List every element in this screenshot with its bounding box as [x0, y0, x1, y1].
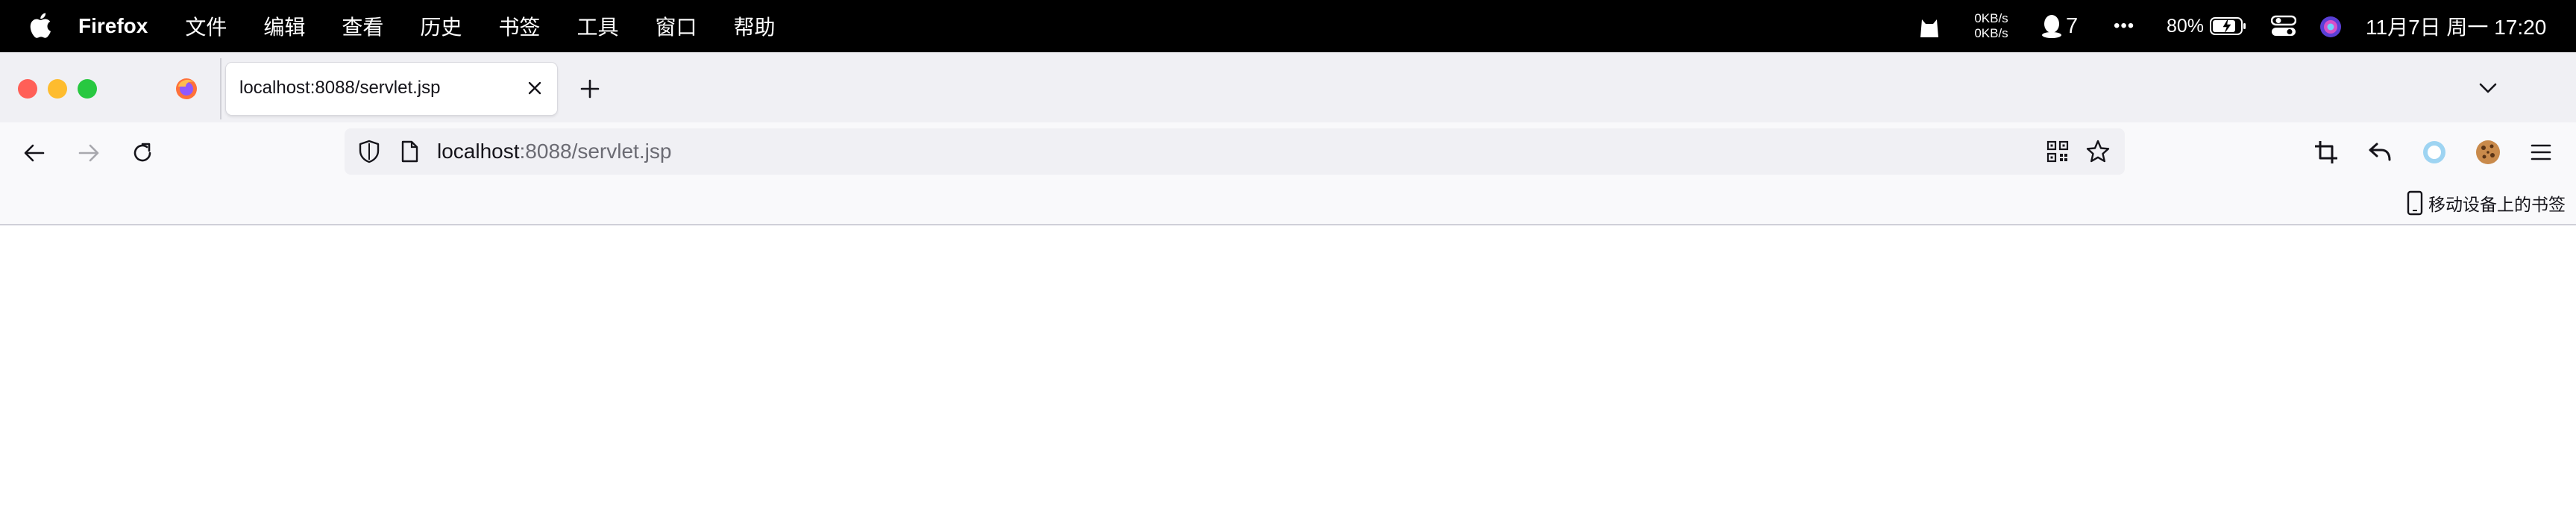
- menu-tools[interactable]: 工具: [577, 11, 618, 41]
- battery-icon: [2210, 17, 2246, 35]
- url-host: localhost: [437, 140, 520, 163]
- network-speed[interactable]: 0KB/s 0KB/s: [1969, 0, 2014, 52]
- page-icon[interactable]: [398, 140, 421, 163]
- window-close-button[interactable]: [18, 79, 37, 99]
- window-zoom-button[interactable]: [78, 79, 97, 99]
- star-icon[interactable]: [2085, 138, 2111, 165]
- plus-icon[interactable]: [577, 76, 603, 102]
- page-content: [0, 225, 2576, 515]
- shield-icon[interactable]: [356, 139, 382, 164]
- menu-help[interactable]: 帮助: [733, 11, 775, 41]
- tab-divider: [220, 58, 222, 119]
- tab-active[interactable]: localhost:8088/servlet.jsp: [226, 63, 557, 115]
- chevron-down-icon[interactable]: [2476, 76, 2500, 100]
- undo-icon[interactable]: [2366, 139, 2393, 166]
- menu-bookmarks[interactable]: 书签: [498, 11, 540, 41]
- menu-edit[interactable]: 编辑: [263, 11, 305, 41]
- tab-title: localhost:8088/servlet.jsp: [239, 78, 441, 98]
- url-text[interactable]: localhost:8088/servlet.jsp: [437, 140, 671, 163]
- url-path: :8088/servlet.jsp: [519, 140, 672, 163]
- menu-view[interactable]: 查看: [342, 11, 383, 41]
- control-center-icon[interactable]: [2271, 15, 2296, 37]
- close-icon[interactable]: [523, 76, 547, 100]
- bookmarks-toolbar: [0, 182, 2576, 225]
- battery-status[interactable]: 80%: [2167, 0, 2247, 52]
- menu-app-firefox[interactable]: Firefox: [78, 14, 148, 38]
- forward-icon: [78, 144, 99, 162]
- extension-ring-icon[interactable]: [2421, 139, 2448, 166]
- qr-code-icon[interactable]: [2046, 140, 2070, 163]
- net-download: 0KB/s: [1974, 26, 2008, 40]
- url-bar[interactable]: localhost:8088/servlet.jsp: [345, 128, 2125, 175]
- menu-bar: Firefox 文件 编辑 查看 历史 书签 工具 窗口 帮助 0KB/s 0K…: [0, 0, 2576, 52]
- hamburger-menu-icon[interactable]: [2528, 139, 2554, 166]
- qq-penguin-icon: [2042, 15, 2061, 38]
- cat-icon[interactable]: [1917, 13, 1942, 39]
- menu-file[interactable]: 文件: [185, 11, 227, 41]
- qq-count: 7: [2066, 13, 2079, 38]
- battery-percent: 80%: [2167, 15, 2205, 37]
- firefox-icon[interactable]: [175, 78, 198, 100]
- window-minimize-button[interactable]: [48, 79, 67, 99]
- qq-status[interactable]: 7: [2041, 0, 2078, 52]
- siri-icon[interactable]: [2319, 16, 2342, 38]
- net-upload: 0KB/s: [1974, 11, 2008, 25]
- cookie-icon[interactable]: [2474, 138, 2502, 166]
- back-icon[interactable]: [21, 140, 48, 166]
- menu-window[interactable]: 窗口: [655, 11, 697, 41]
- apple-icon[interactable]: [27, 10, 52, 40]
- mobile-bookmarks-label: 移动设备上的书签: [2428, 195, 2566, 214]
- more-status-icon[interactable]: •••: [2114, 0, 2134, 52]
- mobile-bookmarks-item[interactable]: 移动设备上的书签: [2406, 188, 2566, 218]
- menu-list: Firefox 文件 编辑 查看 历史 书签 工具 窗口 帮助: [78, 0, 811, 52]
- clock[interactable]: 11月7日 周一 17:20: [2366, 0, 2546, 52]
- menu-history[interactable]: 历史: [420, 11, 462, 41]
- crop-icon[interactable]: [2313, 139, 2340, 166]
- reload-icon[interactable]: [129, 140, 156, 166]
- mobile-device-icon: [2407, 190, 2423, 216]
